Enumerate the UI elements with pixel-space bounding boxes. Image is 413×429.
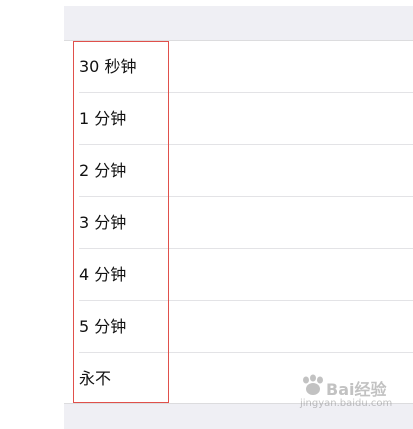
- option-4-minutes[interactable]: 4 分钟: [64, 249, 413, 301]
- option-5-minutes[interactable]: 5 分钟: [64, 301, 413, 353]
- option-label: 2 分钟: [79, 161, 127, 180]
- option-label: 4 分钟: [79, 265, 127, 284]
- option-label: 5 分钟: [79, 317, 127, 336]
- settings-screen: 30 秒钟 1 分钟 2 分钟 3 分钟 4 分钟 5 分钟 永不: [64, 0, 413, 429]
- option-30-seconds[interactable]: 30 秒钟: [64, 41, 413, 93]
- option-3-minutes[interactable]: 3 分钟: [64, 197, 413, 249]
- option-never[interactable]: 永不: [64, 353, 413, 405]
- option-label: 3 分钟: [79, 213, 127, 232]
- option-label: 30 秒钟: [79, 57, 137, 76]
- option-1-minute[interactable]: 1 分钟: [64, 93, 413, 145]
- option-label: 永不: [79, 369, 112, 388]
- auto-lock-options-list: 30 秒钟 1 分钟 2 分钟 3 分钟 4 分钟 5 分钟 永不: [64, 40, 413, 404]
- option-label: 1 分钟: [79, 109, 127, 128]
- option-2-minutes[interactable]: 2 分钟: [64, 145, 413, 197]
- top-strip: [64, 0, 413, 6]
